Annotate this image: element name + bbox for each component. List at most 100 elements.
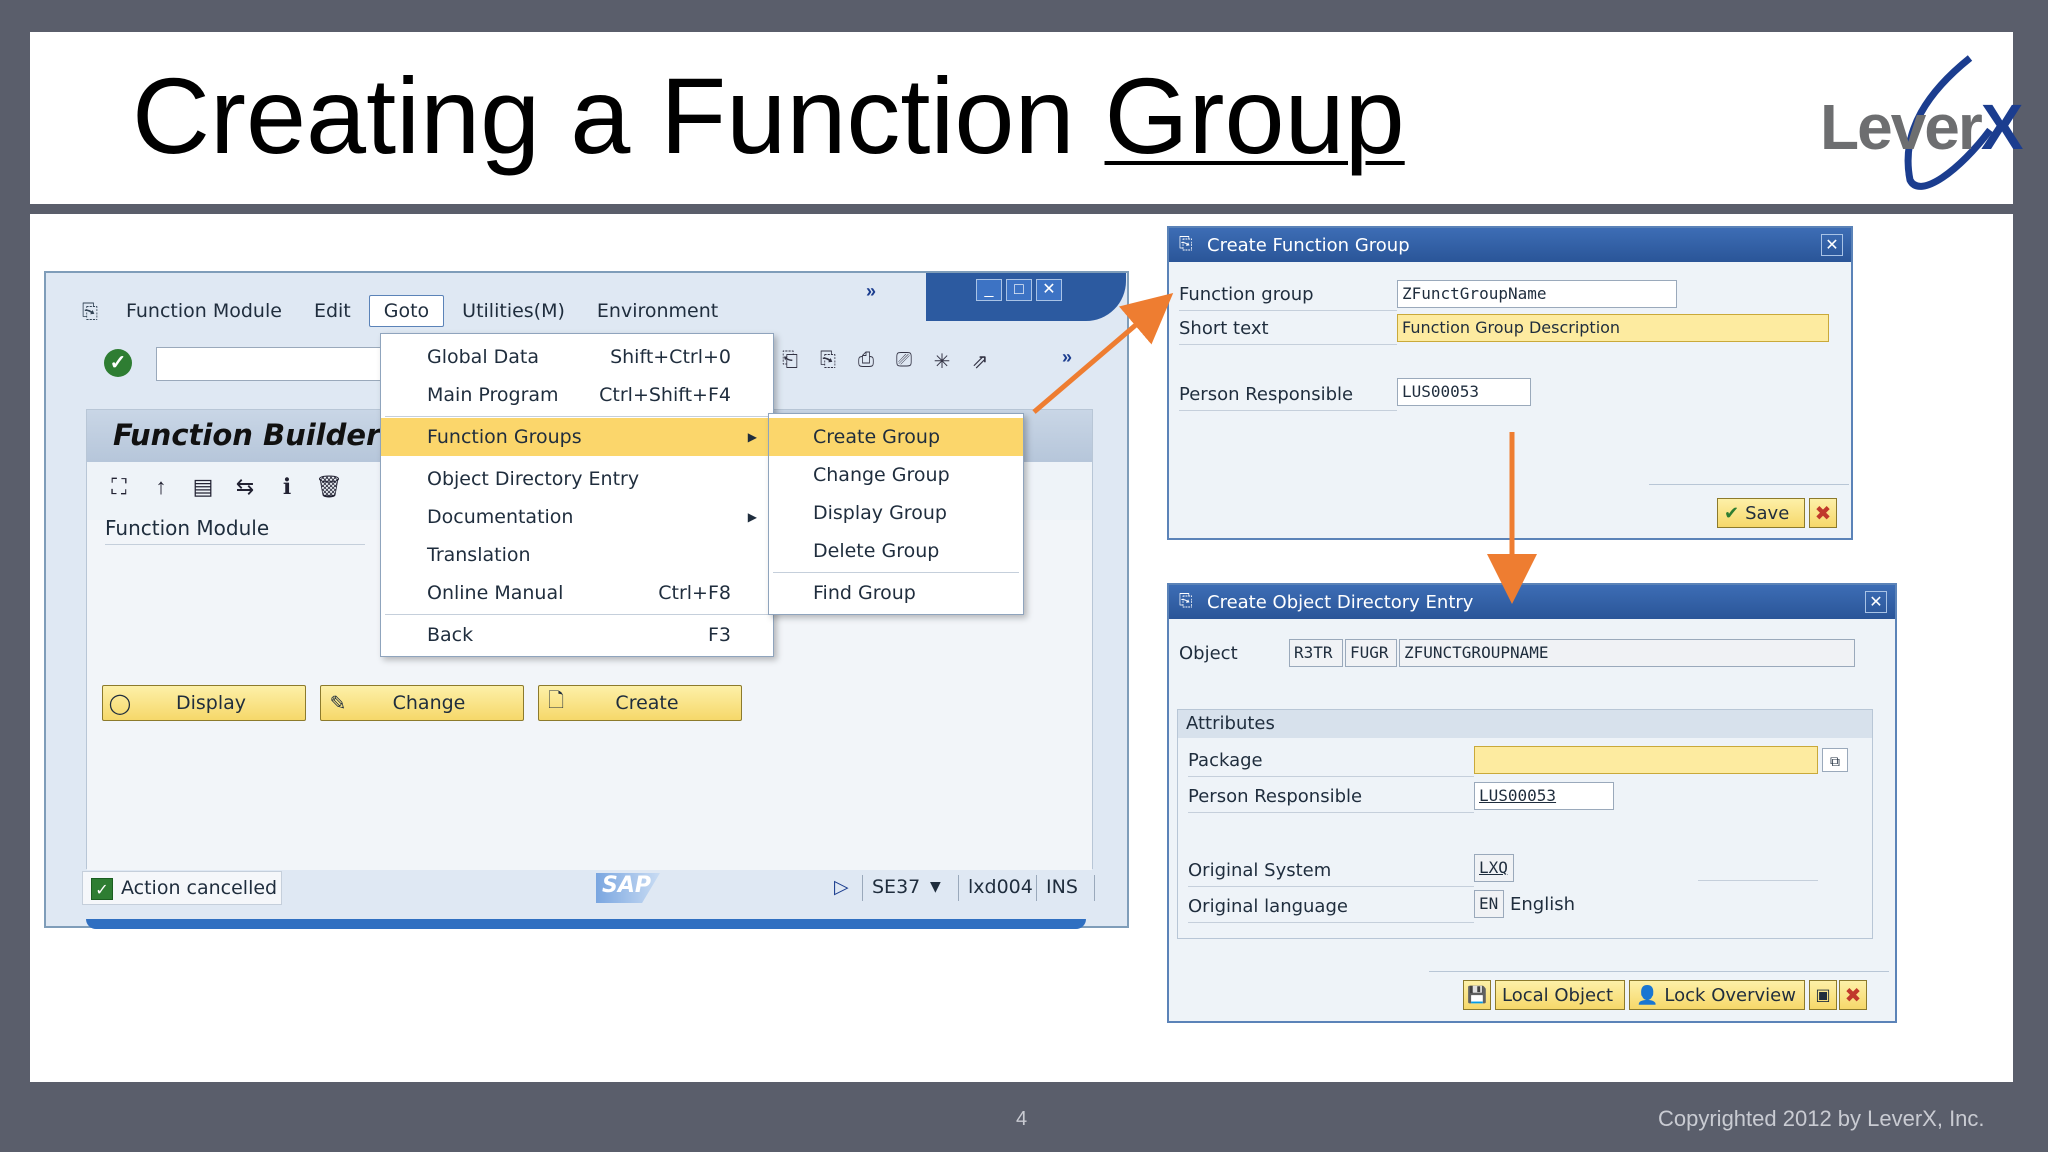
menu-item-translation[interactable]: Translation bbox=[381, 536, 773, 574]
new-session-icon[interactable]: ✳ bbox=[928, 349, 956, 374]
find-icon[interactable]: ⎗ bbox=[776, 349, 804, 374]
submenu-item-create-group[interactable]: Create Group bbox=[769, 418, 1023, 456]
shortcut-icon[interactable]: ⇗ bbox=[966, 349, 994, 374]
display-object-list-icon[interactable]: ▤ bbox=[189, 474, 217, 500]
field-underline bbox=[1179, 310, 1397, 311]
status-transaction: SE37 bbox=[872, 876, 921, 898]
command-field[interactable] bbox=[156, 347, 386, 381]
menu-item-shortcut: Shift+Ctrl+0 bbox=[610, 346, 731, 368]
menu-function-module[interactable]: Function Module bbox=[112, 296, 296, 326]
save-button[interactable]: ✔ Save bbox=[1717, 498, 1805, 528]
function-module-label: Function Module bbox=[105, 516, 270, 540]
system-dropdown-icon[interactable]: ▼ bbox=[930, 879, 941, 895]
menu-item-online-manual[interactable]: Online Manual Ctrl+F8 bbox=[381, 574, 773, 612]
slide-title-prefix: Creating a Function bbox=[132, 55, 1105, 176]
change-button[interactable]: ✎ Change bbox=[320, 685, 524, 721]
exit-menu-icon[interactable]: ⎘ bbox=[82, 299, 112, 323]
object-label: Object bbox=[1179, 643, 1238, 664]
pencil-icon: ✎ bbox=[329, 691, 347, 715]
menu-item-documentation[interactable]: Documentation ▶ bbox=[381, 498, 773, 536]
submenu-item-change-group[interactable]: Change Group bbox=[769, 456, 1023, 494]
close-icon[interactable]: ✕ bbox=[1865, 591, 1887, 613]
value-help-icon[interactable]: ⧉ bbox=[1822, 748, 1848, 772]
navigate-icon[interactable]: ⇆ bbox=[231, 474, 259, 500]
dialog-footer-line bbox=[1429, 971, 1889, 972]
menu-goto[interactable]: Goto bbox=[368, 295, 445, 327]
menu-edit[interactable]: Edit bbox=[300, 296, 365, 326]
menu-item-label: Global Data bbox=[427, 346, 540, 368]
window-frame-bottom bbox=[86, 919, 1086, 929]
original-language-label: Original language bbox=[1188, 896, 1348, 917]
object-name-field: ZFUNCTGROUPNAME bbox=[1399, 639, 1855, 667]
cancel-icon[interactable]: ✖ bbox=[1839, 980, 1867, 1010]
first-page-icon[interactable]: ⎘ bbox=[814, 349, 842, 374]
person-responsible-label: Person Responsible bbox=[1179, 384, 1354, 405]
person-responsible-label: Person Responsible bbox=[1188, 786, 1363, 807]
close-icon[interactable]: ✕ bbox=[1821, 234, 1843, 256]
status-separator bbox=[1094, 875, 1095, 901]
toolbar-more-icon[interactable]: » bbox=[1062, 347, 1072, 368]
change-button-label: Change bbox=[392, 692, 466, 714]
field-underline bbox=[1188, 886, 1474, 887]
display-button-label: Display bbox=[175, 692, 247, 714]
menu-item-object-directory-entry[interactable]: Object Directory Entry bbox=[381, 460, 773, 498]
maximize-icon[interactable]: □ bbox=[1006, 279, 1032, 301]
function-group-input[interactable]: ZFunctGroupName bbox=[1397, 280, 1677, 308]
dialog-title-bar: ⎘ Create Function Group ✕ bbox=[1169, 228, 1851, 262]
menu-item-global-data[interactable]: Global Data Shift+Ctrl+0 bbox=[381, 338, 773, 376]
submenu-item-display-group[interactable]: Display Group bbox=[769, 494, 1023, 532]
success-check-icon: ✓ bbox=[91, 878, 113, 900]
save-button-label: Save bbox=[1745, 502, 1790, 524]
submenu-item-find-group[interactable]: Find Group bbox=[769, 574, 1023, 612]
create-button[interactable]: 🗋 Create bbox=[538, 685, 742, 721]
dialog-title-bar: ⎘ Create Object Directory Entry ✕ bbox=[1169, 585, 1895, 619]
short-text-input[interactable]: Function Group Description bbox=[1397, 314, 1829, 342]
info-icon[interactable]: ℹ bbox=[273, 474, 301, 500]
local-object-button[interactable]: Local Object bbox=[1495, 980, 1625, 1010]
dialog-icon: ⎘ bbox=[1179, 591, 1193, 611]
display-button[interactable]: ◯ Display bbox=[102, 685, 306, 721]
menu-item-shortcut: F3 bbox=[707, 624, 731, 646]
object-pgmid-field: R3TR bbox=[1289, 639, 1343, 667]
field-underline bbox=[1188, 812, 1474, 813]
save-disk-icon[interactable]: 💾 bbox=[1463, 980, 1491, 1010]
lock-overview-button[interactable]: 👤 Lock Overview bbox=[1629, 980, 1805, 1010]
menu-utilities[interactable]: Utilities(M) bbox=[448, 296, 579, 326]
minimize-icon[interactable]: _ bbox=[976, 279, 1002, 301]
create-button-label: Create bbox=[615, 692, 679, 714]
menu-item-function-groups[interactable]: Function Groups ▶ bbox=[381, 418, 773, 456]
status-server: lxd004 bbox=[968, 876, 1033, 898]
function-module-underline bbox=[105, 544, 365, 545]
submenu-item-delete-group[interactable]: Delete Group bbox=[769, 532, 1023, 570]
other-object-icon[interactable]: ⛶ bbox=[105, 474, 133, 500]
field-underline bbox=[1179, 410, 1397, 411]
menu-environment[interactable]: Environment bbox=[583, 296, 732, 326]
person-responsible-field[interactable]: LUS00053 bbox=[1474, 782, 1614, 810]
next-page-icon[interactable]: ⎚ bbox=[890, 349, 918, 374]
lock-overview-label: Lock Overview bbox=[1664, 984, 1796, 1006]
where-used-icon[interactable]: ↑ bbox=[147, 474, 175, 500]
package-input[interactable] bbox=[1474, 746, 1818, 774]
status-message-box[interactable]: ✓ Action cancelled bbox=[82, 871, 282, 905]
menu-item-main-program[interactable]: Main Program Ctrl+Shift+F4 bbox=[381, 376, 773, 414]
short-text-label: Short text bbox=[1179, 318, 1269, 339]
menubar-more-icon[interactable]: » bbox=[866, 281, 876, 302]
previous-page-icon[interactable]: ⎙ bbox=[852, 349, 880, 374]
function-groups-submenu: Create Group Change Group Display Group … bbox=[768, 413, 1024, 615]
cancel-icon[interactable]: ✖ bbox=[1809, 498, 1837, 528]
menu-bar: ⎘ Function Module Edit Goto Utilities(M)… bbox=[46, 293, 886, 329]
info-save-icon[interactable]: ▣ bbox=[1809, 980, 1837, 1010]
dialog-title: Create Function Group bbox=[1207, 234, 1410, 256]
field-underline bbox=[1698, 880, 1818, 881]
logo-text-lever: Lever bbox=[1820, 91, 1983, 163]
menu-separator bbox=[773, 572, 1019, 573]
delete-icon[interactable]: 🗑 bbox=[315, 474, 343, 500]
menu-item-label: Function Groups bbox=[427, 426, 582, 448]
close-icon[interactable]: ✕ bbox=[1036, 279, 1062, 301]
menu-item-back[interactable]: Back F3 bbox=[381, 616, 773, 654]
create-function-group-dialog: ⎘ Create Function Group ✕ Function group… bbox=[1167, 226, 1853, 540]
enter-check-icon[interactable]: ✓ bbox=[104, 349, 132, 377]
status-expand-icon[interactable]: ▷ bbox=[834, 876, 849, 898]
person-responsible-input[interactable]: LUS00053 bbox=[1397, 378, 1531, 406]
attributes-header: Attributes bbox=[1178, 710, 1872, 738]
